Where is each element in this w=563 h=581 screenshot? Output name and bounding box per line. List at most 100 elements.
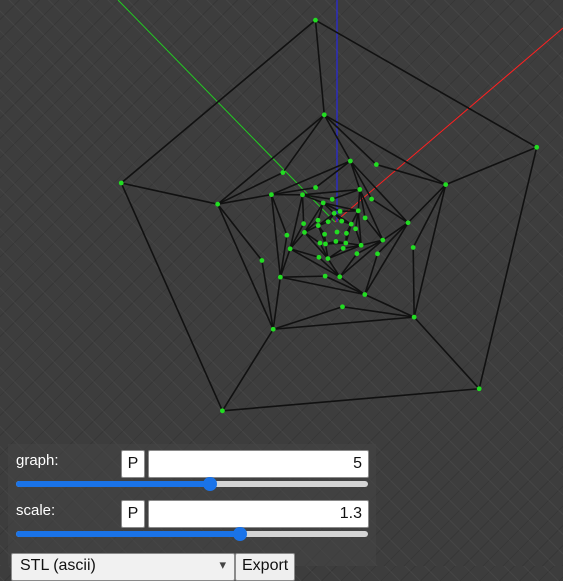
graph-vertex	[357, 187, 362, 192]
graph-vertex	[271, 327, 276, 332]
graph-vertex	[412, 315, 417, 320]
graph-vertex	[316, 223, 321, 228]
graph-vertex	[348, 159, 353, 164]
graph-vertex	[356, 208, 361, 213]
graph-vertex	[322, 112, 327, 117]
graph-vertex	[220, 408, 225, 413]
graph-edge	[271, 161, 350, 195]
graph-vertex	[363, 215, 368, 220]
graph-edge	[340, 211, 358, 212]
graph-edge	[325, 276, 365, 294]
graph-edge	[408, 185, 446, 223]
graph-vertex	[349, 222, 354, 227]
graph-edge	[121, 183, 222, 411]
graph-edge	[358, 189, 360, 210]
graph-vertex	[269, 192, 274, 197]
graph-vertex	[375, 251, 380, 256]
graph-vertex	[333, 239, 338, 244]
graph-edge	[218, 204, 274, 329]
graph-vertex	[477, 386, 482, 391]
graph-vertex	[321, 200, 326, 205]
graph-edge	[121, 183, 217, 204]
graph-vertex	[326, 256, 331, 261]
graph-vertex	[369, 197, 374, 202]
graph-edge	[218, 115, 325, 204]
graph-edge	[324, 115, 445, 185]
slider-fill	[16, 481, 210, 487]
graph-vertex	[443, 182, 448, 187]
graph-vertex	[362, 292, 367, 297]
graph-vertex	[288, 246, 293, 251]
graph-vertex	[353, 226, 358, 231]
graph-edge	[365, 254, 378, 295]
graph-vertex	[313, 185, 318, 190]
graph-edge	[446, 147, 537, 184]
graph-vertex	[300, 192, 305, 197]
graph-vertex	[317, 255, 322, 260]
scale-slider[interactable]	[16, 524, 368, 544]
graph-edge	[280, 276, 325, 277]
graph-vertex	[323, 274, 328, 279]
graph-vertex	[340, 304, 345, 309]
slider-fill	[16, 531, 240, 537]
graph-edge	[376, 165, 445, 185]
graph-vertex	[280, 170, 285, 175]
graph-vertex	[335, 230, 340, 235]
slider-thumb[interactable]	[233, 527, 247, 541]
graph-label: graph:	[16, 452, 59, 469]
graph-vertex	[374, 162, 379, 167]
graph-vertex	[215, 202, 220, 207]
graph-edge	[290, 249, 340, 277]
x-axis-line	[335, 28, 563, 222]
graph-edge	[318, 213, 334, 225]
graph-vertex	[341, 246, 346, 251]
graph-edge	[280, 235, 287, 277]
graph-vertex	[318, 241, 323, 246]
graph-edge	[413, 247, 414, 317]
graph-slider[interactable]	[16, 474, 368, 494]
graph-vertex	[406, 220, 411, 225]
graph-vertex	[302, 230, 307, 235]
control-panel: graph: P scale: P	[8, 444, 376, 566]
graph-vertex	[322, 232, 327, 237]
graph-vertex	[313, 18, 318, 23]
graph-edge	[303, 195, 304, 224]
graph-edge	[121, 20, 315, 183]
graph-vertex	[343, 241, 348, 246]
graph-edge	[315, 20, 324, 115]
graph-vertex	[380, 238, 385, 243]
graph-vertex	[344, 231, 349, 236]
graph-edge	[479, 147, 537, 388]
graph-vertex	[534, 145, 539, 150]
graph-vertex	[355, 251, 360, 256]
graph-vertex	[330, 197, 335, 202]
graph-vertex	[326, 219, 331, 224]
graph-edge	[222, 389, 479, 411]
graph-vertex	[301, 221, 306, 226]
graph-edge	[414, 185, 446, 318]
graph-edge	[218, 204, 262, 260]
graph-vertex	[339, 219, 344, 224]
axes	[118, 0, 563, 222]
graph-vertex	[332, 211, 337, 216]
graph-vertex	[316, 218, 321, 223]
graph-edge	[273, 277, 280, 329]
export-button[interactable]: Export	[235, 553, 295, 581]
graph-edge	[414, 317, 479, 389]
graph-vertex	[260, 258, 265, 263]
graph-vertex	[337, 274, 342, 279]
graph-vertex	[285, 233, 290, 238]
slider-thumb[interactable]	[203, 477, 217, 491]
graph-vertex	[359, 243, 364, 248]
scale-label: scale:	[16, 502, 55, 519]
graph-edge	[383, 223, 408, 240]
graph-vertex	[278, 275, 283, 280]
graph-edge	[222, 329, 273, 411]
graph-edge	[413, 185, 446, 248]
chevron-down-icon: ▾	[219, 557, 226, 573]
graph-edge	[365, 223, 408, 295]
graph-edge	[290, 249, 319, 257]
graph-vertex	[411, 245, 416, 250]
graph-vertex	[338, 209, 343, 214]
export-format-select[interactable]: STL (ascii) ▾	[11, 553, 235, 581]
